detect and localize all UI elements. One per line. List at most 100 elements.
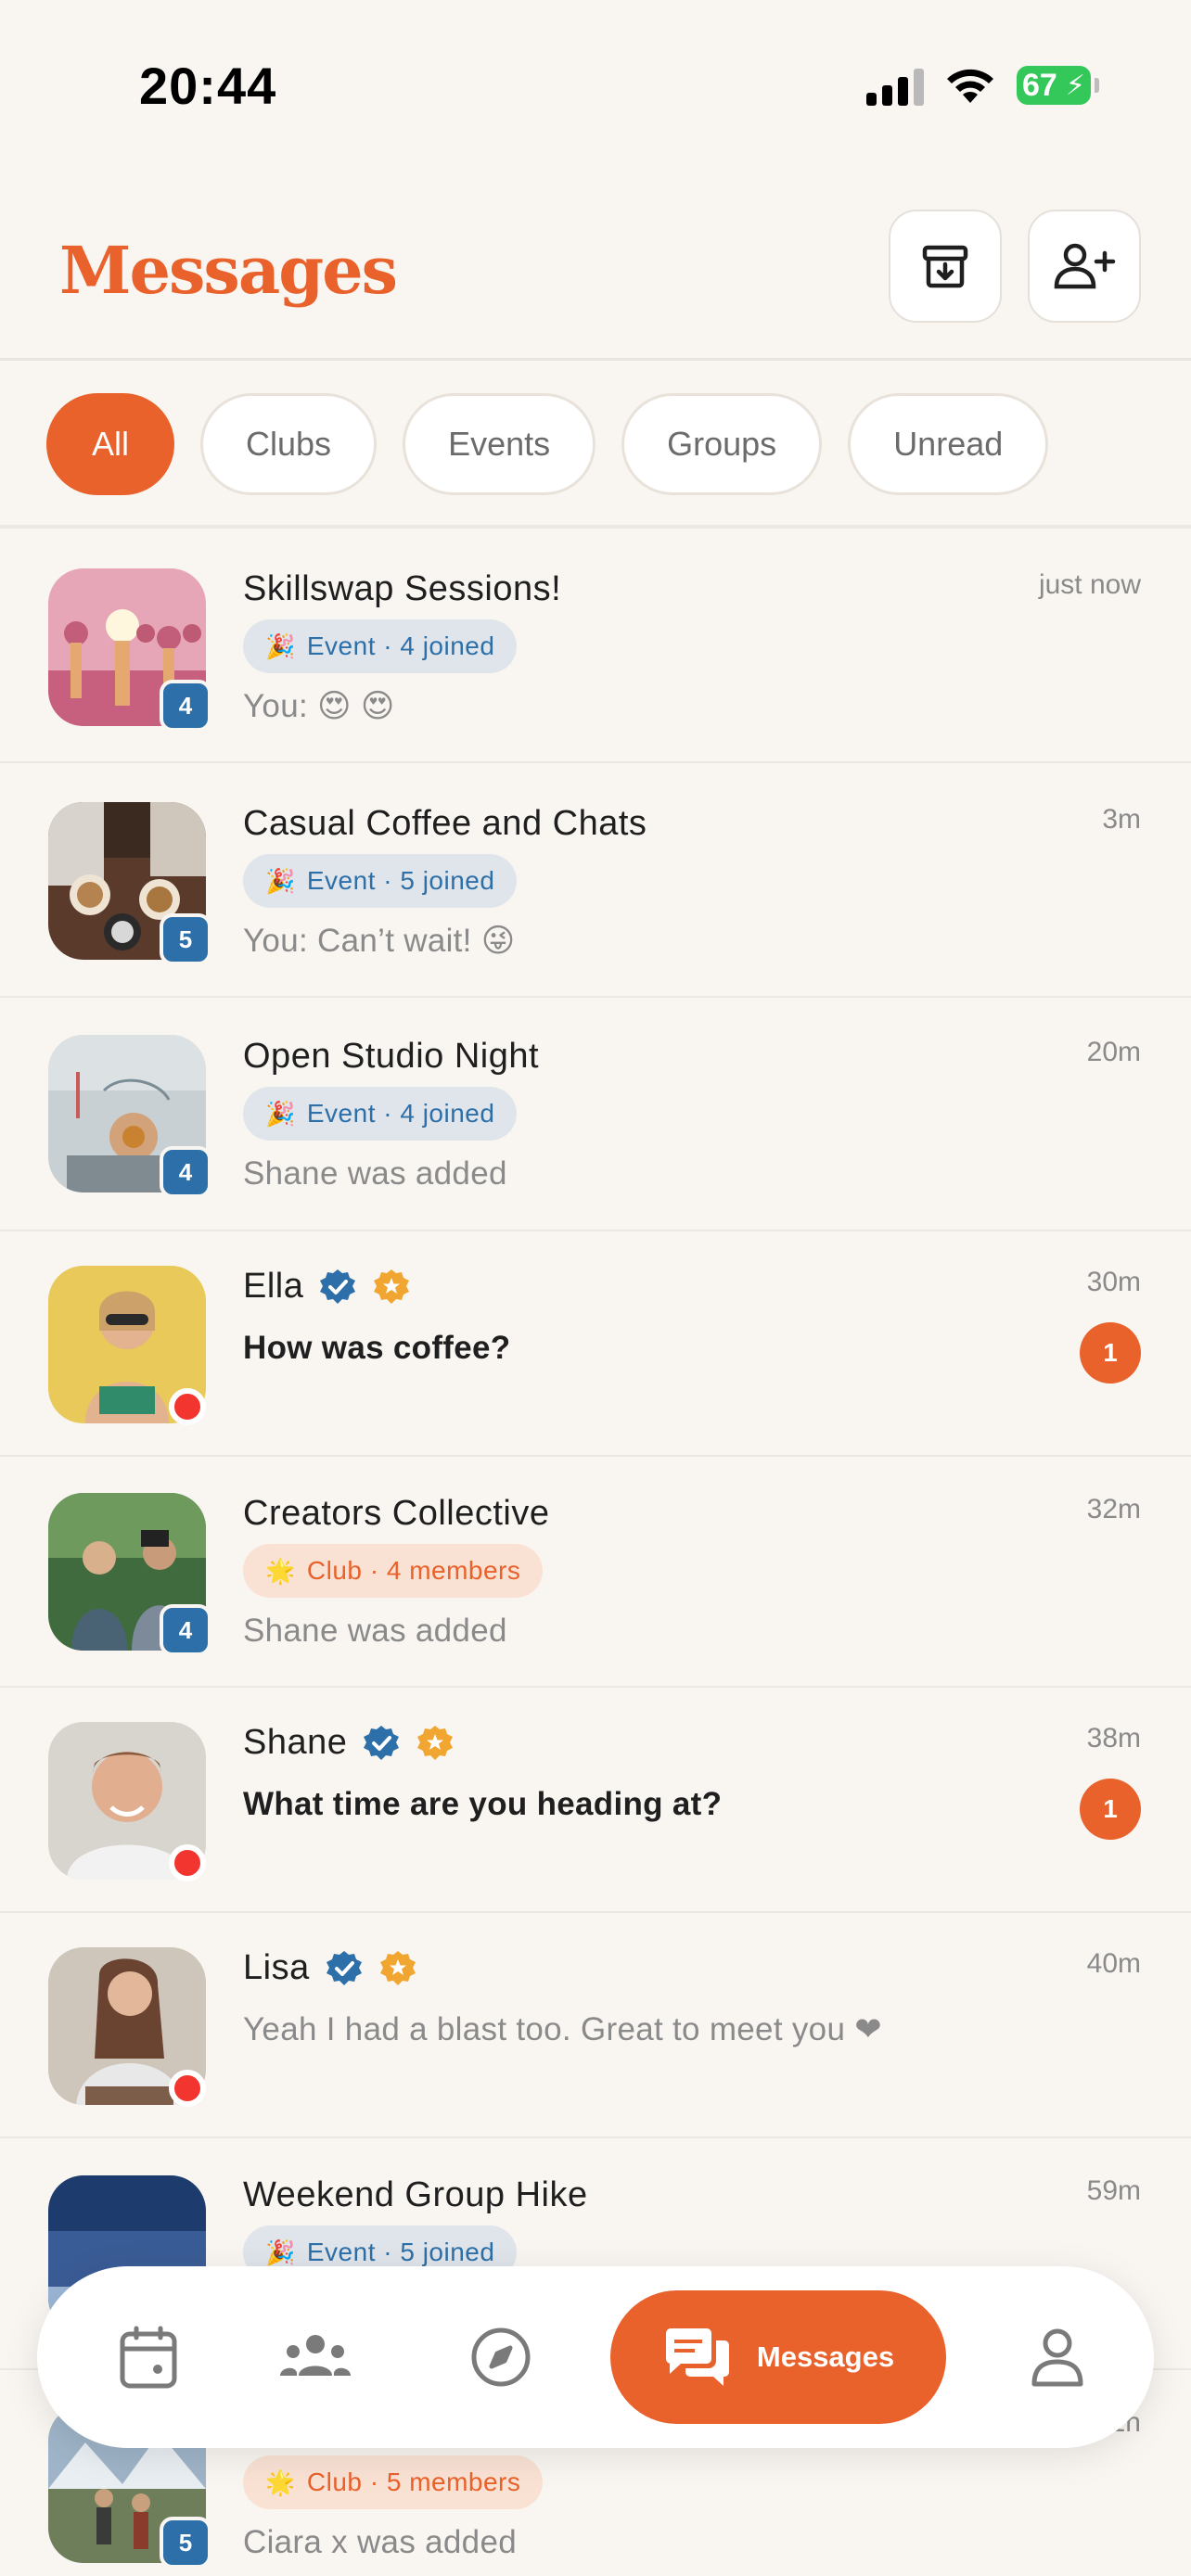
- conversation-name: Shane: [243, 1723, 455, 1763]
- contact-name: Shane: [243, 1723, 348, 1762]
- event-tag: 🎉 Event · 4 joined: [243, 1087, 518, 1141]
- filter-chip-all[interactable]: All: [46, 393, 175, 495]
- message-preview: What time are you heading at?: [243, 1786, 723, 1822]
- battery-level: 67: [1022, 67, 1057, 103]
- filter-chips: All Clubs Events Groups Unread: [46, 393, 1049, 495]
- online-status-dot: [169, 1388, 206, 1425]
- conversation-name: Creators Collective: [243, 1494, 550, 1533]
- verified-badge-icon: [326, 1950, 362, 1985]
- sparkle-star-icon: 🌟: [265, 2468, 296, 2496]
- calendar-icon: [120, 2326, 177, 2389]
- star-badge-icon: [417, 1725, 454, 1760]
- member-count-badge: 4: [160, 1146, 211, 1198]
- conversation-name: Weekend Group Hike: [243, 2175, 588, 2214]
- battery-icon: 67 ⚡: [1017, 66, 1099, 105]
- header-divider: [0, 358, 1191, 361]
- star-badge-icon: [379, 1950, 416, 1985]
- message-preview: Ciara x was added: [243, 2524, 517, 2560]
- add-user-button[interactable]: [1028, 210, 1141, 323]
- club-tag: 🌟 Club · 4 members: [243, 1544, 544, 1598]
- message-preview: You: Can’t wait! 😜: [243, 923, 516, 959]
- conversation-time: 20m: [1086, 1037, 1141, 1067]
- tag-label: Event · 4 joined: [306, 631, 495, 660]
- tab-community[interactable]: [250, 2266, 380, 2448]
- conversation-row[interactable]: 5 Casual Coffee and Chats 3m 🎉 Event · 5…: [0, 763, 1191, 998]
- member-count-badge: 5: [160, 2517, 211, 2569]
- page-title: Messages: [59, 232, 398, 309]
- star-badge-icon: [374, 1269, 410, 1304]
- conversation-name: Skillswap Sessions!: [243, 569, 562, 608]
- community-icon: [280, 2335, 351, 2376]
- archive-button[interactable]: [889, 210, 1002, 323]
- tag-label: Event · 4 joined: [306, 1099, 495, 1128]
- sparkle-star-icon: 🌟: [265, 1556, 296, 1585]
- avatar: 5: [48, 802, 211, 965]
- status-bar: 20:44 67 ⚡: [0, 0, 1191, 176]
- archive-icon: [922, 245, 968, 288]
- conversation-name: Open Studio Night: [243, 1037, 540, 1076]
- party-popper-icon: 🎉: [265, 631, 296, 660]
- profile-icon: [1031, 2328, 1083, 2387]
- conversation-name: Ella: [243, 1267, 411, 1307]
- filter-chip-groups[interactable]: Groups: [621, 393, 823, 495]
- tag-label: Event · 5 joined: [306, 866, 495, 895]
- conversation-row[interactable]: 4 Creators Collective 32m 🌟 Club · 4 mem…: [0, 1457, 1191, 1688]
- party-popper-icon: 🎉: [265, 2238, 296, 2266]
- status-icons: 67 ⚡: [866, 65, 1099, 106]
- conversation-time: 38m: [1086, 1723, 1141, 1753]
- conversation-row[interactable]: 4 Open Studio Night 20m 🎉 Event · 4 join…: [0, 998, 1191, 1231]
- avatar: 4: [48, 1035, 211, 1198]
- filter-chip-events[interactable]: Events: [403, 393, 596, 495]
- conversation-name: Lisa: [243, 1948, 417, 1988]
- message-preview: How was coffee?: [243, 1330, 511, 1366]
- conversation-time: just now: [1038, 569, 1141, 600]
- tab-messages[interactable]: Messages: [610, 2290, 946, 2424]
- event-tag: 🎉 Event · 5 joined: [243, 854, 518, 908]
- compass-icon: [471, 2327, 531, 2387]
- online-status-dot: [169, 2070, 206, 2107]
- online-status-dot: [169, 1844, 206, 1881]
- filter-chip-clubs[interactable]: Clubs: [200, 393, 378, 495]
- conversation-row[interactable]: Lisa 40m Yeah I had a blast too. Great t…: [0, 1913, 1191, 2138]
- party-popper-icon: 🎉: [265, 866, 296, 895]
- member-count-badge: 5: [160, 913, 211, 965]
- unread-count-badge: 1: [1080, 1322, 1141, 1384]
- header: Messages: [0, 195, 1191, 358]
- conversation-row[interactable]: Shane 38m What time are you heading at? …: [0, 1688, 1191, 1913]
- tab-calendar[interactable]: [83, 2266, 213, 2448]
- conversation-row[interactable]: 4 Skillswap Sessions! just now 🎉 Event ·…: [0, 529, 1191, 763]
- conversation-time: 32m: [1086, 1494, 1141, 1524]
- avatar: [48, 1722, 206, 1881]
- add-user-icon: [1054, 243, 1116, 289]
- wifi-icon: [947, 69, 993, 103]
- tag-label: Club · 5 members: [306, 2468, 521, 2496]
- status-time: 20:44: [139, 57, 277, 115]
- avatar: 4: [48, 568, 211, 732]
- conversation-time: 40m: [1086, 1948, 1141, 1979]
- conversation-row[interactable]: Ella 30m How was coffee? 1: [0, 1231, 1191, 1457]
- tab-explore[interactable]: [436, 2266, 566, 2448]
- verified-badge-icon: [364, 1725, 400, 1760]
- contact-name: Lisa: [243, 1948, 310, 1987]
- tag-label: Event · 5 joined: [306, 2238, 495, 2266]
- party-popper-icon: 🎉: [265, 1099, 296, 1128]
- filter-chip-unread[interactable]: Unread: [848, 393, 1049, 495]
- tab-bar: Messages: [37, 2266, 1154, 2448]
- message-preview: Yeah I had a blast too. Great to meet yo…: [243, 2011, 882, 2047]
- message-preview: Shane was added: [243, 1613, 507, 1649]
- avatar: 4: [48, 1493, 211, 1656]
- avatar: [48, 1266, 206, 1425]
- member-count-badge: 4: [160, 1604, 211, 1656]
- message-preview: You: 😍 😍: [243, 688, 395, 724]
- conversation-time: 59m: [1086, 2175, 1141, 2206]
- tab-profile[interactable]: [992, 2266, 1122, 2448]
- event-tag: 🎉 Event · 4 joined: [243, 619, 518, 673]
- message-preview: Shane was added: [243, 1155, 507, 1192]
- chat-icon: [665, 2328, 729, 2386]
- club-tag: 🌟 Club · 5 members: [243, 2455, 544, 2509]
- member-count-badge: 4: [160, 680, 211, 732]
- signal-icon: [866, 65, 924, 106]
- tag-label: Club · 4 members: [306, 1556, 521, 1585]
- messages-screen: 20:44 67 ⚡ Messages All Clubs Events Gro…: [0, 0, 1191, 2576]
- tab-messages-label: Messages: [756, 2340, 895, 2373]
